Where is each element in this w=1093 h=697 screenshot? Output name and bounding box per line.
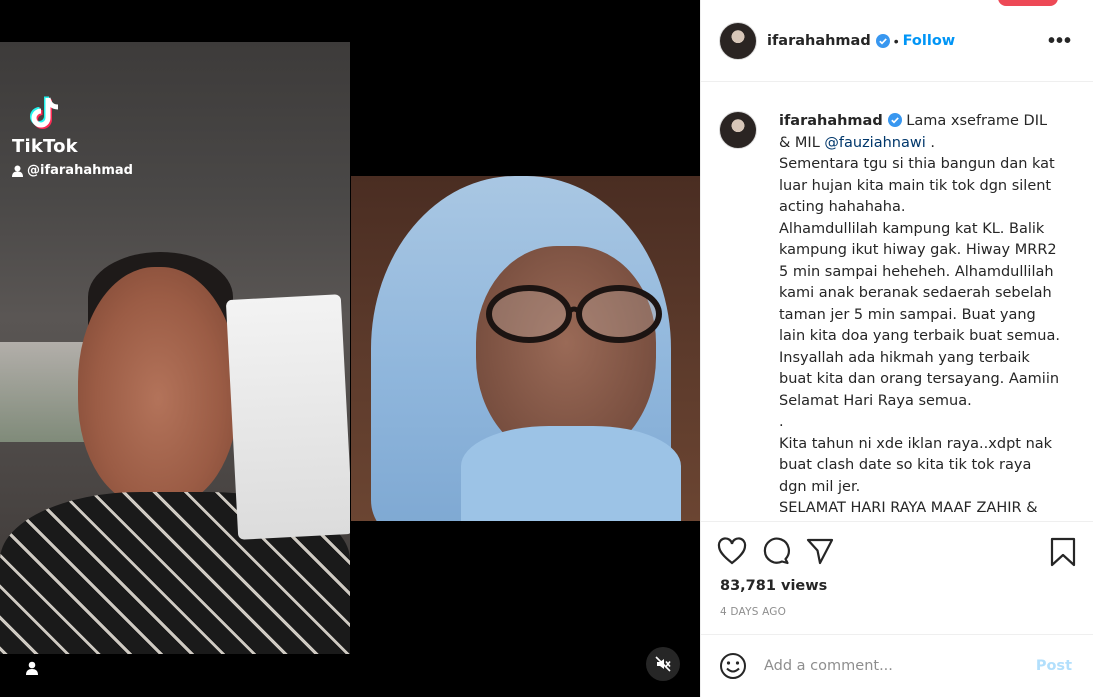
caption-section: ifarahahmad Lama xseframe DIL & MIL @fau… (701, 83, 1093, 520)
mention-link[interactable]: @fauziahnawi (824, 135, 925, 151)
post-caption: ifarahahmad Lama xseframe DIL & MIL @fau… (779, 111, 1061, 520)
blue-mask (461, 426, 681, 521)
verified-icon (875, 33, 890, 48)
view-count[interactable]: 83,781 views (720, 578, 827, 594)
heart-icon[interactable] (717, 537, 747, 565)
comment-icon[interactable] (761, 537, 791, 565)
video-pane-right (351, 176, 700, 521)
follow-button[interactable]: Follow (903, 33, 956, 49)
mute-icon (655, 656, 671, 672)
action-icons (717, 537, 835, 565)
post-comment-button[interactable]: Post (1036, 658, 1072, 674)
more-options-button[interactable]: ••• (1048, 30, 1072, 53)
share-icon[interactable] (805, 537, 835, 565)
caption-username[interactable]: ifarahahmad (779, 113, 883, 129)
tiktok-handle-text: @ifarahahmad (27, 163, 133, 178)
post-header: ifarahahmad • Follow ••• (701, 0, 1093, 82)
post-side-panel: ifarahahmad • Follow ••• ifarahahmad Lam… (700, 0, 1093, 697)
separator-dot: • (893, 32, 899, 49)
tagged-users-button[interactable] (20, 656, 44, 680)
tiktok-logo-icon (30, 96, 59, 129)
caption-line: . (779, 414, 784, 430)
post-timestamp[interactable]: 4 DAYS AGO (720, 606, 786, 618)
caption-text: . (925, 134, 935, 151)
caption-line: SELAMAT HARI RAYA MAAF ZAHIR & BATIN SEM… (779, 500, 1038, 516)
post-media[interactable]: TikTok @ifarahahmad (0, 0, 700, 697)
caption-line: Kita tahun ni xde iklan raya..xdpt nak b… (779, 435, 1053, 495)
comment-input[interactable] (764, 658, 1014, 674)
user-icon (26, 661, 38, 675)
person-face (78, 267, 238, 507)
glasses (486, 285, 662, 343)
car-window (0, 342, 90, 442)
video-pane-left: TikTok @ifarahahmad (0, 42, 350, 654)
mute-button[interactable] (646, 647, 680, 681)
emoji-icon[interactable] (719, 652, 747, 680)
header-username[interactable]: ifarahahmad (767, 33, 871, 49)
avatar[interactable] (719, 21, 757, 60)
tiktok-wordmark: TikTok (12, 136, 78, 157)
user-icon (12, 165, 23, 177)
white-paper (225, 294, 350, 540)
caption-line: Alhamdullilah kampung kat KL. Balik kamp… (779, 220, 1060, 388)
verified-icon (887, 113, 902, 127)
caption-line: Selamat Hari Raya semua. (779, 392, 972, 409)
comment-form: Post (701, 634, 1093, 697)
tiktok-handle: @ifarahahmad (12, 163, 142, 178)
tiktok-watermark: TikTok @ifarahahmad (12, 94, 142, 184)
avatar[interactable] (719, 111, 757, 149)
post-actions: 83,781 views 4 DAYS AGO (701, 521, 1093, 633)
caption-line: Sementara tgu si thia bangun dan kat lua… (779, 156, 1055, 215)
bookmark-icon[interactable] (1050, 537, 1076, 567)
